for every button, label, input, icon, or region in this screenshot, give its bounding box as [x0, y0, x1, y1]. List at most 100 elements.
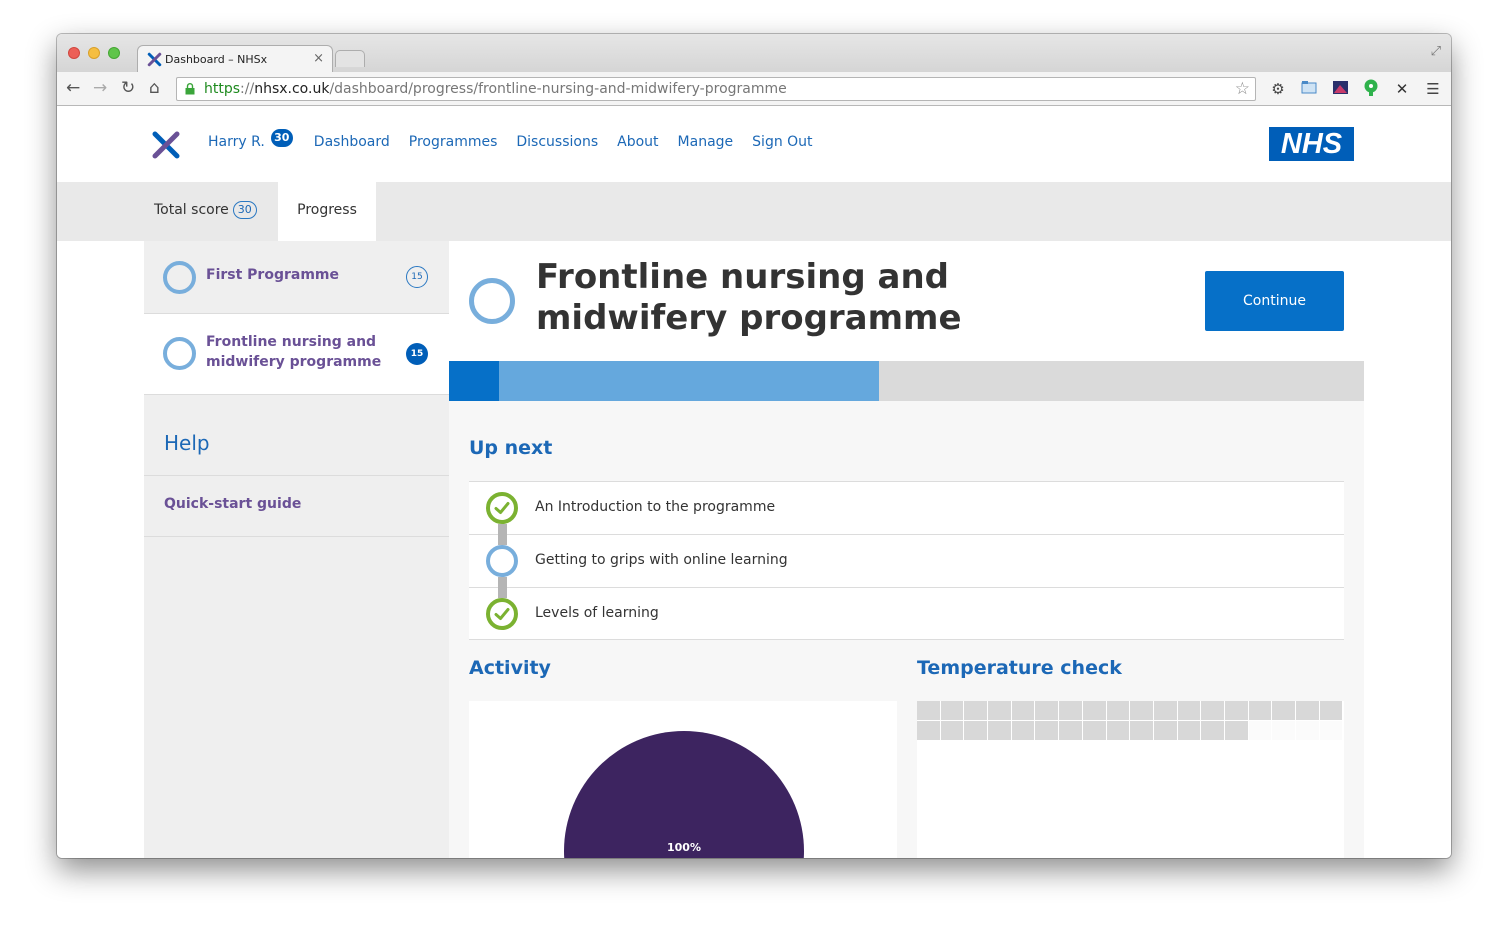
temperature-cell [1248, 701, 1272, 720]
temperature-cell [940, 701, 964, 720]
nav-dashboard[interactable]: Dashboard [314, 134, 390, 150]
sidebar: First Programme 15 Frontline nursing and… [144, 241, 449, 858]
temperature-cell [940, 721, 964, 740]
nav-about[interactable]: About [617, 134, 658, 150]
programme-score-badge: 15 [406, 343, 428, 365]
url-host: nhsx.co.uk [254, 81, 330, 97]
url-path: /dashboard/progress/frontline-nursing-an… [329, 81, 787, 97]
temperature-cell [1011, 701, 1035, 720]
nav-programmes[interactable]: Programmes [409, 134, 498, 150]
nhsx-logo-icon[interactable] [152, 131, 180, 159]
temperature-cell [1059, 721, 1082, 740]
temperature-cell [1201, 701, 1224, 720]
nhs-logo[interactable]: NHS [1269, 127, 1354, 161]
site-header: Harry R. 30 Dashboard Programmes Discuss… [57, 106, 1451, 182]
new-tab-button[interactable] [335, 50, 365, 67]
temperature-check-grid [917, 701, 1344, 858]
nav-manage[interactable]: Manage [678, 134, 734, 150]
main-content: Frontline nursing and midwifery programm… [449, 241, 1364, 858]
total-score-label: Total score [154, 202, 229, 218]
temperature-cell [1224, 701, 1248, 720]
tab-strip: Dashboard – NHSx × ⤢ [57, 34, 1451, 73]
divider [144, 536, 449, 537]
step-label: Levels of learning [535, 605, 659, 621]
tab-title: Dashboard – NHSx [165, 53, 268, 66]
temperature-cell [988, 721, 1011, 740]
incomplete-ring-icon [486, 545, 518, 577]
url-text: https://nhsx.co.uk/dashboard/progress/fr… [204, 81, 787, 97]
temperature-cell [1059, 701, 1082, 720]
temperature-cell [917, 701, 940, 720]
list-item[interactable]: Getting to grips with online learning [469, 524, 1344, 587]
home-icon[interactable]: ⌂ [149, 78, 160, 98]
back-icon[interactable]: ← [66, 78, 80, 98]
progress-ring-icon [163, 261, 196, 294]
browser-tab[interactable]: Dashboard – NHSx × [137, 45, 333, 73]
fullscreen-icon[interactable]: ⤢ [1431, 44, 1441, 59]
list-item[interactable]: Levels of learning [469, 577, 1344, 640]
user-profile-link[interactable]: Harry R. 30 [208, 129, 295, 150]
activity-heading: Activity [469, 657, 551, 679]
temperature-cell [1130, 701, 1153, 720]
temperature-cell [1153, 721, 1177, 740]
progress-current-segment [499, 361, 879, 401]
step-label: Getting to grips with online learning [535, 552, 788, 568]
user-score-badge: 30 [270, 129, 293, 147]
pie-slice [564, 731, 804, 858]
settings-gear-icon[interactable]: ⚙ [1268, 79, 1288, 99]
temperature-cell [1153, 701, 1177, 720]
user-name: Harry R. [208, 134, 265, 150]
menu-icon[interactable]: ☰ [1423, 79, 1443, 99]
temperature-cell [1035, 701, 1059, 720]
progress-ring-icon [469, 278, 515, 324]
up-next-list: An Introduction to the programme Getting… [469, 481, 1344, 640]
forward-icon[interactable]: → [93, 78, 107, 98]
temperature-cell [1106, 721, 1130, 740]
temperature-cell [1106, 701, 1130, 720]
close-window-button[interactable] [68, 47, 80, 59]
nav-discussions[interactable]: Discussions [516, 134, 598, 150]
temperature-cell [1201, 721, 1224, 740]
folder-extension-icon[interactable] [1299, 79, 1319, 99]
up-next-heading: Up next [469, 437, 553, 459]
programme-header: Frontline nursing and midwifery programm… [449, 241, 1364, 361]
temperature-cell [1224, 721, 1248, 740]
tab-progress[interactable]: Progress [278, 182, 376, 241]
nhsx-favicon-icon [147, 52, 162, 67]
temperature-cell [964, 721, 988, 740]
url-separator: :// [240, 81, 255, 97]
quick-start-guide-link[interactable]: Quick-start guide [164, 496, 301, 512]
tab-close-icon[interactable]: × [313, 51, 324, 66]
address-bar[interactable]: https://nhsx.co.uk/dashboard/progress/fr… [176, 77, 1256, 101]
sidebar-programme-first[interactable]: First Programme 15 [144, 241, 449, 314]
pie-slice-label: 100% [667, 841, 701, 854]
pin-extension-icon[interactable]: ✕ [1392, 79, 1412, 99]
temperature-cell [1248, 721, 1272, 740]
list-item[interactable]: An Introduction to the programme [469, 481, 1344, 534]
checkmark-icon [486, 492, 518, 524]
temperature-cell [1272, 721, 1295, 740]
programme-progress-bar [449, 361, 1364, 401]
temperature-cell [1130, 721, 1153, 740]
image-extension-icon[interactable] [1330, 79, 1350, 99]
temperature-cell [1177, 701, 1201, 720]
nav-sign-out[interactable]: Sign Out [752, 134, 812, 150]
evernote-extension-icon[interactable] [1361, 79, 1381, 99]
web-page: Harry R. 30 Dashboard Programmes Discuss… [57, 106, 1451, 858]
minimize-window-button[interactable] [88, 47, 100, 59]
sidebar-programme-frontline[interactable]: Frontline nursing and midwifery programm… [144, 314, 449, 395]
activity-pie-chart: 100% [564, 731, 804, 858]
temperature-cell [1319, 701, 1343, 720]
reload-icon[interactable]: ↻ [121, 78, 135, 98]
temperature-check-heading: Temperature check [917, 657, 1122, 679]
total-score-badge: 30 [232, 201, 257, 219]
temperature-cell [917, 721, 940, 740]
tab-total-score[interactable]: Total score 30 [154, 182, 257, 241]
temperature-cell [1296, 721, 1319, 740]
page-title: Frontline nursing and midwifery programm… [536, 257, 962, 338]
checkmark-icon [486, 598, 518, 630]
bookmark-star-icon[interactable]: ☆ [1235, 79, 1250, 99]
programme-title: First Programme [206, 267, 339, 283]
continue-button[interactable]: Continue [1205, 271, 1344, 331]
zoom-window-button[interactable] [108, 47, 120, 59]
